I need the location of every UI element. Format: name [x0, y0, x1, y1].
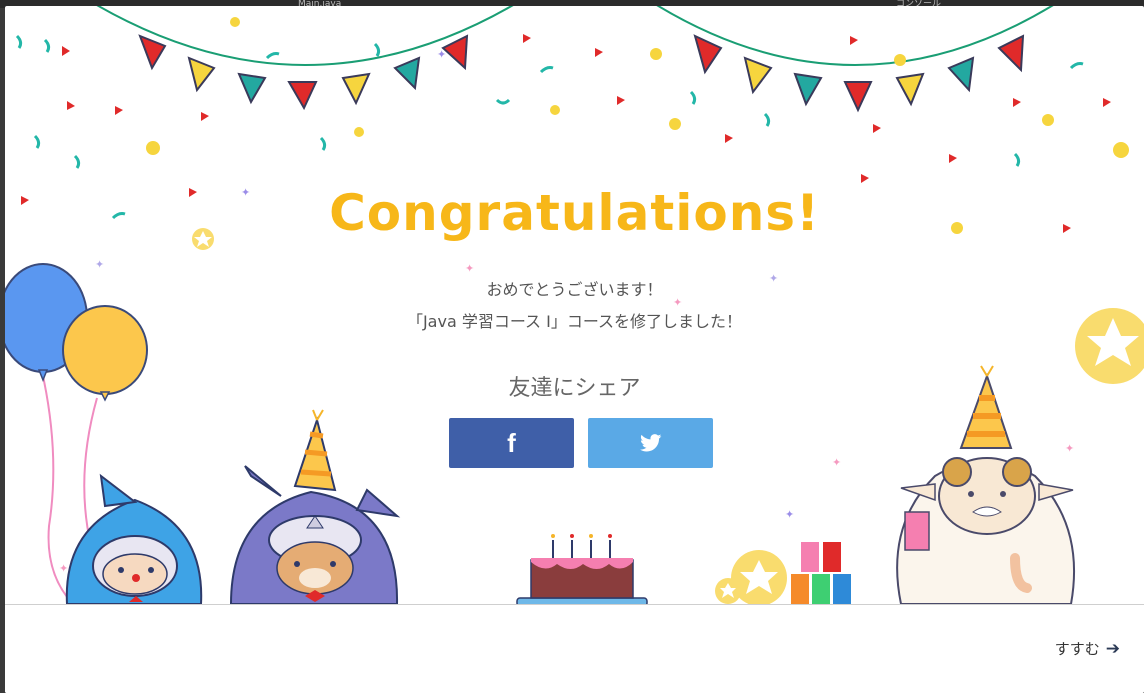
modal-footer: すすむ ➔ [5, 604, 1144, 693]
svg-text:✦: ✦ [1065, 442, 1074, 455]
svg-text:✦: ✦ [832, 456, 841, 469]
garland-right [656, 6, 1054, 113]
svg-text:✦: ✦ [465, 262, 474, 275]
next-label: すすむ [1054, 640, 1100, 658]
purple-shark-character [229, 409, 401, 604]
facebook-icon: f [507, 427, 516, 458]
star-badge-bottom [715, 550, 787, 604]
share-title: 友達にシェア [508, 376, 641, 401]
blue-shark-character [65, 473, 203, 604]
garland-left [96, 6, 514, 111]
completion-modal: ✦ ✦ ✦ ✦ ✦ ✦ ✦ ✦ ✦ ✦ Congratulations! おめで… [5, 6, 1144, 693]
celebration-illustration: ✦ ✦ ✦ ✦ ✦ ✦ ✦ ✦ ✦ ✦ [5, 6, 1144, 604]
stacked-cups [791, 542, 851, 604]
arrow-right-icon: ➔ [1105, 638, 1120, 659]
completion-message-line2: 「Java 学習コース I」コースを修了しました！ [406, 312, 743, 331]
next-button[interactable]: すすむ ➔ [1055, 638, 1120, 659]
celebration-scene: ✦ ✦ ✦ ✦ ✦ ✦ ✦ ✦ ✦ ✦ Congratulations! おめで… [5, 6, 1144, 604]
facebook-share-button[interactable]: f [449, 418, 574, 468]
congratulations-title: Congratulations! [329, 184, 820, 242]
twitter-share-button[interactable] [588, 418, 713, 468]
svg-text:✦: ✦ [59, 562, 68, 575]
completion-message-line1: おめでとうございます！ [486, 280, 663, 299]
birthday-cake [516, 534, 648, 604]
svg-text:✦: ✦ [785, 508, 794, 521]
svg-text:✦: ✦ [437, 48, 446, 61]
svg-text:✦: ✦ [95, 258, 104, 271]
twitter-bird-icon [639, 434, 661, 452]
